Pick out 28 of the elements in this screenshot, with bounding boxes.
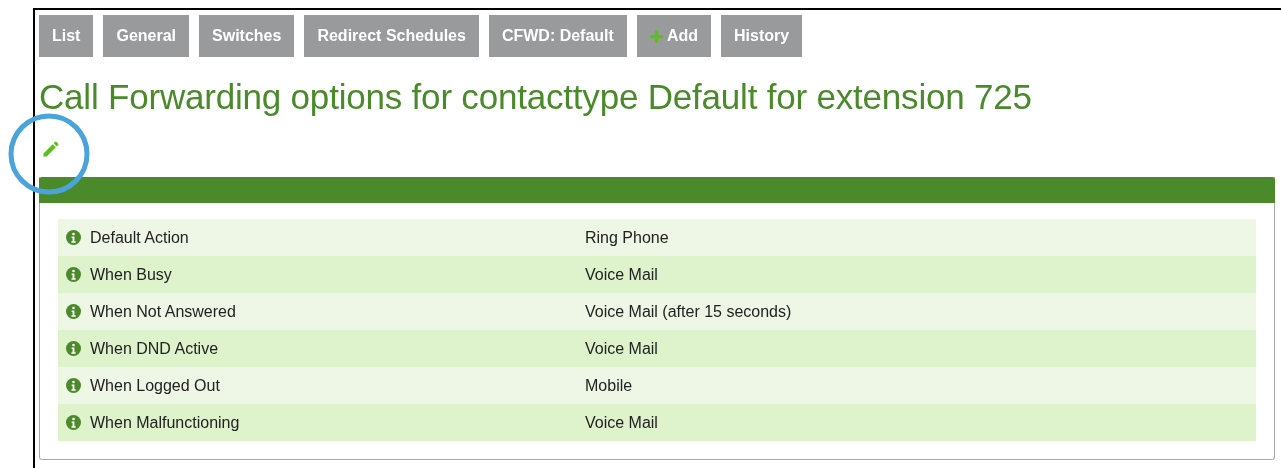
info-icon (66, 415, 81, 430)
nav-tab[interactable]: General (103, 15, 190, 57)
nav-tab[interactable]: Add (636, 15, 711, 57)
table-cell: When DND Active (90, 339, 219, 358)
nav-tab[interactable]: List (39, 15, 94, 57)
nav-tab[interactable]: Switches (199, 15, 295, 57)
table-cell-text: Mobile (585, 376, 634, 395)
nav-tab[interactable]: History (721, 15, 803, 57)
page-title: Call Forwarding options for contacttype Default for extension 725 (39, 77, 1033, 117)
plus-icon (649, 29, 663, 43)
table-cell-text: Voice Mail (585, 265, 659, 284)
table-cell-text: Voice Mail (585, 339, 659, 358)
table-cell: When Busy (90, 265, 172, 284)
table-cell: When Not Answered (90, 302, 236, 321)
info-icon (66, 378, 81, 393)
table-cell-text: Voice Mail (after 15 seconds) (585, 302, 793, 321)
info-icon (66, 341, 81, 356)
info-icon (66, 304, 81, 319)
nav-tab[interactable]: Redirect Schedules (304, 15, 479, 57)
table-cell: When Malfunctioning (90, 413, 240, 432)
table-cell-text: Voice Mail (585, 413, 659, 432)
table-cell: Default Action (90, 228, 189, 247)
pencil-icon[interactable] (41, 139, 61, 159)
table-cell: When Logged Out (90, 376, 220, 395)
info-icon (66, 230, 81, 245)
table-cell-text: Ring Phone (585, 228, 670, 247)
nav-tab[interactable]: CFWD: Default (488, 15, 627, 57)
info-icon (66, 267, 81, 282)
